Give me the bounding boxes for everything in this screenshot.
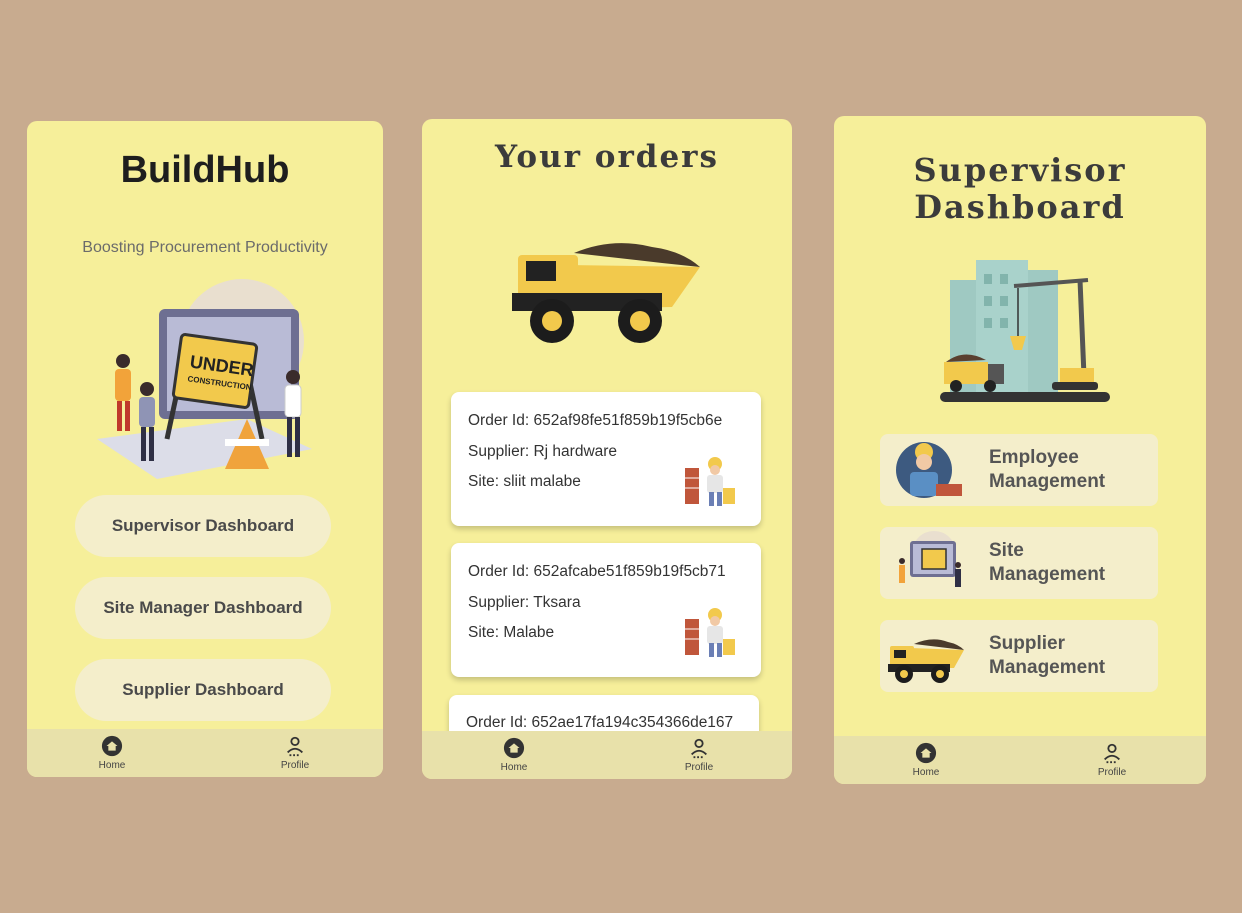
bottom-nav: Home Profile: [27, 729, 383, 777]
dump-truck-illustration: [512, 243, 700, 343]
app-title: BuildHub: [120, 149, 290, 191]
dashboard-title-line1: Supervisor: [913, 151, 1127, 189]
home-icon: [503, 737, 525, 759]
order-supplier: Supplier: Tksara: [468, 594, 581, 611]
order-card[interactable]: Order Id: 652afcabe51f859b19f5cb71 Suppl…: [451, 543, 761, 677]
orders-screen: Your orders Order Id: 652af98fe51f859b19…: [422, 119, 792, 779]
menu-label-line1: Supplier: [989, 633, 1066, 654]
supplier-management-button[interactable]: Supplier Management: [880, 620, 1158, 692]
dashboard-title-line2: Dashboard: [914, 188, 1126, 226]
order-id: Order Id: 652afcabe51f859b19f5cb71: [468, 563, 726, 580]
order-supplier: Supplier: Rj hardware: [468, 443, 618, 460]
order-site: Site: Malabe: [468, 624, 555, 641]
employee-management-button[interactable]: Employee Management: [880, 434, 1158, 506]
supplier-management-label: Supplier Management: [989, 632, 1105, 680]
profile-icon: [691, 738, 707, 759]
order-id: Order Id: 652af98fe51f859b19f5cb6e: [468, 412, 723, 429]
worker-icon: [685, 608, 735, 657]
home-screen: BuildHub Boosting Procurement Productivi…: [27, 121, 383, 777]
nav-profile[interactable]: Profile: [265, 735, 325, 771]
supplier-dashboard-button[interactable]: Supplier Dashboard: [75, 659, 331, 721]
nav-home-label: Home: [98, 760, 126, 771]
profile-icon: [287, 736, 303, 757]
nav-home-label: Home: [500, 762, 528, 773]
menu-label-line2: Management: [989, 471, 1106, 492]
nav-profile-label: Profile: [1097, 767, 1127, 778]
worker-icon: [896, 442, 962, 498]
worker-icon: [685, 457, 735, 506]
dashboard-title: Supervisor Dashboard: [834, 152, 1206, 226]
supervisor-dashboard-screen: Supervisor Dashboard Employee Management…: [834, 116, 1206, 784]
nav-profile-label: Profile: [684, 762, 714, 773]
bottom-nav: Home Profile: [422, 731, 792, 779]
menu-label-line2: Management: [989, 564, 1106, 585]
orders-title: Your orders: [495, 139, 719, 175]
nav-home[interactable]: Home: [484, 737, 544, 773]
nav-profile[interactable]: Profile: [669, 737, 729, 773]
nav-profile[interactable]: Profile: [1082, 742, 1142, 778]
nav-home[interactable]: Home: [82, 735, 142, 771]
nav-home-label: Home: [912, 767, 940, 778]
profile-icon: [1104, 743, 1120, 764]
bottom-nav: Home Profile: [834, 736, 1206, 784]
site-management-button[interactable]: Site Management: [880, 527, 1158, 599]
site-management-label: Site Management: [989, 539, 1105, 587]
order-card[interactable]: Order Id: 652af98fe51f859b19f5cb6e Suppl…: [451, 392, 761, 526]
menu-label-line1: Site: [989, 540, 1024, 561]
site-manager-dashboard-button[interactable]: Site Manager Dashboard: [75, 577, 331, 639]
dump-truck-icon: [888, 639, 964, 683]
menu-label-line1: Employee: [989, 447, 1079, 468]
app-subtitle: Boosting Procurement Productivity: [82, 239, 328, 256]
nav-home[interactable]: Home: [896, 742, 956, 778]
order-site: Site: sliit malabe: [468, 473, 581, 490]
supervisor-dashboard-button[interactable]: Supervisor Dashboard: [75, 495, 331, 557]
home-icon: [101, 735, 123, 757]
order-id: Order Id: 652ae17fa194c354366de167: [466, 714, 734, 731]
nav-profile-label: Profile: [280, 760, 310, 771]
construction-site-illustration: [940, 260, 1110, 402]
employee-management-label: Employee Management: [989, 446, 1105, 494]
under-construction-illustration: UNDER CONSTRUCTION: [97, 279, 312, 479]
menu-label-line2: Management: [989, 657, 1106, 678]
home-icon: [915, 742, 937, 764]
construction-site-icon: [899, 531, 961, 587]
